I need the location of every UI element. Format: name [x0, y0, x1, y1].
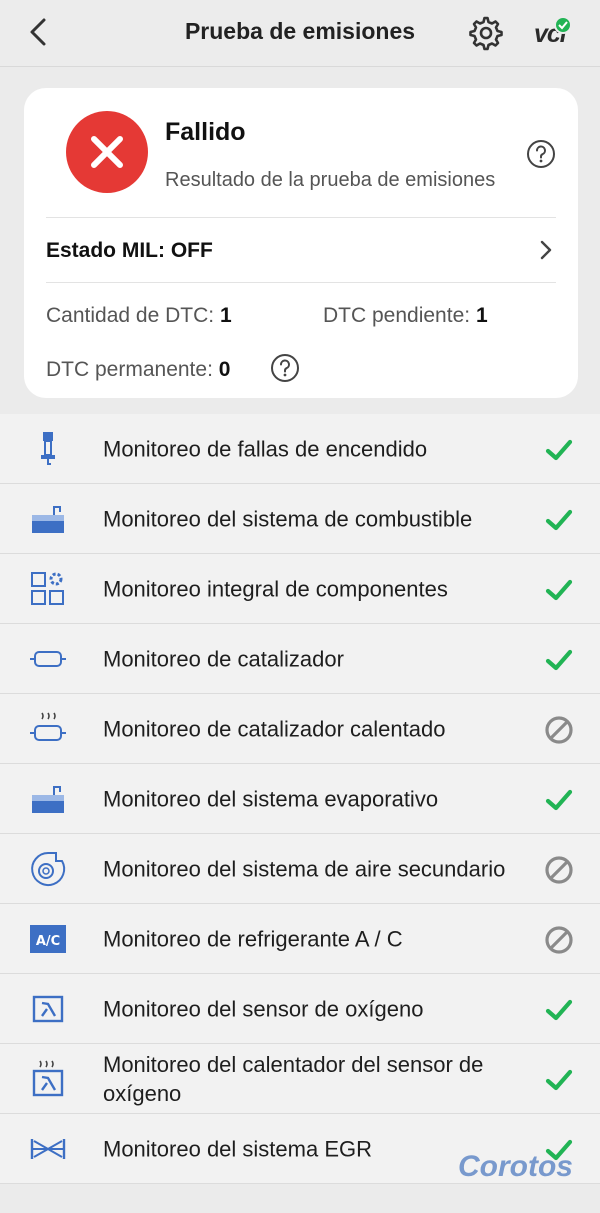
vci-connection-button[interactable]: vci: [530, 14, 578, 54]
heated-catalyst-icon: [28, 709, 68, 749]
egr-system-icon: [28, 1129, 68, 1169]
gear-icon: [469, 16, 503, 51]
monitor-row[interactable]: Monitoreo del sensor de oxígeno: [0, 974, 600, 1044]
monitor-row[interactable]: Monitoreo de catalizador: [0, 624, 600, 694]
evaporative-system-icon: [28, 779, 68, 819]
failed-x-icon: [66, 111, 148, 193]
components-icon: [28, 569, 68, 609]
not-supported-icon: [544, 925, 574, 955]
monitor-row[interactable]: Monitoreo del calentador del sensor de o…: [0, 1044, 600, 1114]
secondary-air-icon: [28, 849, 68, 889]
monitor-label: Monitoreo del sistema de combustible: [103, 506, 473, 531]
check-icon: [544, 575, 574, 605]
svg-text:A/C: A/C: [36, 934, 60, 949]
monitor-label: Monitoreo de catalizador: [103, 646, 344, 671]
check-icon: [544, 435, 574, 465]
mil-status-text: Estado MIL: OFF: [46, 239, 213, 262]
monitor-row[interactable]: Monitoreo del sistema de combustible: [0, 484, 600, 554]
monitor-label: Monitoreo del sensor de oxígeno: [103, 996, 424, 1021]
settings-button[interactable]: [466, 13, 506, 53]
emission-result-card: Fallido Resultado de la prueba de emisio…: [24, 88, 578, 398]
monitor-label: Monitoreo de refrigerante A / C: [103, 926, 403, 951]
monitor-row[interactable]: Monitoreo de fallas de encendido: [0, 414, 600, 484]
dtc-permanent: DTC permanente: 0: [46, 358, 231, 381]
check-icon: [544, 645, 574, 675]
spark-plug-icon: [28, 429, 68, 469]
catalyst-icon: [28, 639, 68, 679]
not-supported-icon: [544, 715, 574, 745]
monitor-row[interactable]: Monitoreo del sistema evaporativo: [0, 764, 600, 834]
mil-status-row[interactable]: Estado MIL: OFF: [46, 218, 556, 282]
ac-refrigerant-icon: A/C: [28, 919, 68, 959]
app-header: Prueba de emisiones vci: [0, 0, 600, 67]
not-supported-icon: [544, 855, 574, 885]
oxygen-sensor-heater-icon: [28, 1059, 68, 1099]
page-title: Prueba de emisiones: [184, 18, 416, 44]
check-icon: [544, 785, 574, 815]
monitor-label: Monitoreo del calentador del sensor de o…: [103, 1051, 484, 1106]
result-title: Fallido: [165, 118, 246, 146]
monitor-label: Monitoreo del sistema de aire secundario: [103, 856, 506, 881]
result-subtitle: Resultado de la prueba de emisiones: [165, 169, 496, 191]
dtc-pending: DTC pendiente: 1: [323, 304, 488, 327]
dtc-count: Cantidad de DTC: 1: [46, 304, 232, 327]
monitor-label: Monitoreo de catalizador calentado: [103, 716, 446, 741]
vci-connected-check-icon: [554, 16, 572, 34]
check-icon: [544, 505, 574, 535]
check-icon: [544, 995, 574, 1025]
help-icon[interactable]: [526, 139, 556, 169]
chevron-right-icon: [540, 240, 552, 260]
oxygen-sensor-icon: [28, 989, 68, 1029]
monitor-label: Monitoreo de fallas de encendido: [103, 436, 428, 461]
monitor-row[interactable]: Monitoreo integral de componentes: [0, 554, 600, 624]
monitor-row[interactable]: Monitoreo de catalizador calentado: [0, 694, 600, 764]
monitor-label: Monitoreo del sistema evaporativo: [103, 786, 439, 811]
check-icon: [544, 1065, 574, 1095]
divider: [46, 282, 556, 283]
monitor-row[interactable]: A/C Monitoreo de refrigerante A / C: [0, 904, 600, 974]
watermark-logo: Corotos: [458, 1150, 573, 1183]
monitor-label: Monitoreo integral de componentes: [103, 576, 448, 601]
fuel-system-icon: [28, 499, 68, 539]
help-icon[interactable]: [270, 353, 300, 383]
monitor-list: Monitoreo de fallas de encendido Monitore…: [0, 414, 600, 1184]
monitor-row[interactable]: Monitoreo del sistema de aire secundario: [0, 834, 600, 904]
